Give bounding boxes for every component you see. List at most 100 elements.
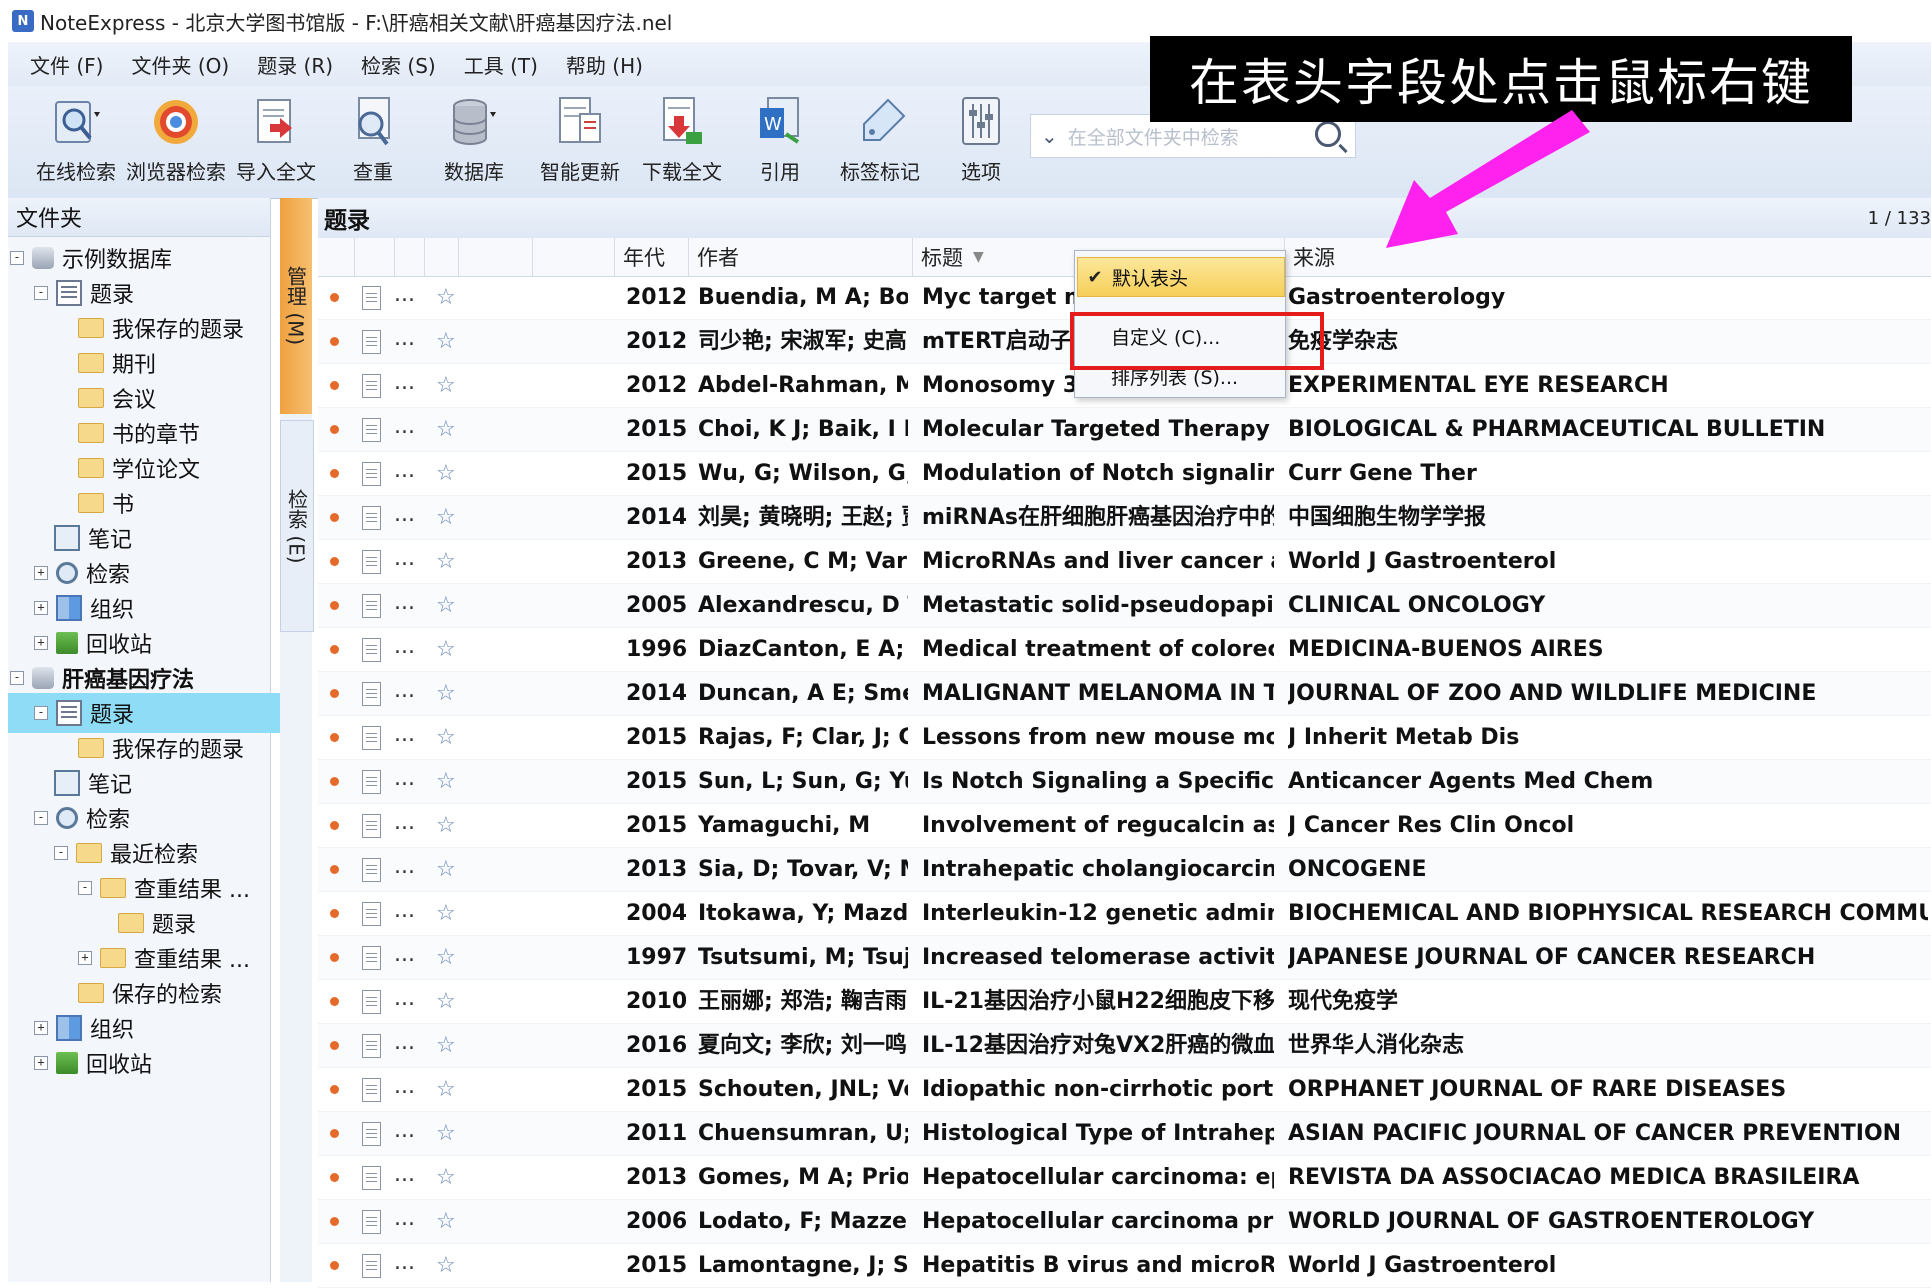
attachment-ellipsis: ... — [394, 458, 415, 483]
star-icon[interactable]: ☆ — [436, 760, 456, 803]
table-row[interactable]: ... ☆ 2015 Choi, K J; Baik, I H; Y Molecular… — [318, 408, 1931, 452]
browser-search-button[interactable]: 浏览器检索 — [126, 94, 226, 194]
collapse-icon[interactable]: - — [34, 286, 48, 300]
tree-item[interactable]: + 回收站 — [8, 1043, 284, 1083]
dedupe-button[interactable]: 查重 — [334, 94, 412, 194]
table-row[interactable]: ... ☆ 2013 Gomes, M A; Priolli, Hepatocellul… — [318, 1156, 1931, 1200]
menu-item-default-header[interactable]: ✔ 默认表头 — [1077, 257, 1285, 297]
menu-tools[interactable]: 工具 (T) — [464, 50, 538, 79]
collapse-icon[interactable]: - — [54, 846, 68, 860]
star-icon[interactable]: ☆ — [436, 892, 456, 935]
tree-item[interactable]: - 示例数据库 — [8, 238, 260, 278]
tab-search[interactable]: 检索 (E) — [280, 420, 314, 632]
download-fulltext-button[interactable]: 下载全文 — [636, 94, 728, 194]
star-icon[interactable]: ☆ — [436, 1244, 456, 1287]
tree-item[interactable]: - 检索 — [8, 798, 284, 838]
menu-records[interactable]: 题录 (R) — [257, 50, 333, 79]
table-row[interactable]: ... ☆ 2015 Lamontagne, J; Stee Hepatitis B v… — [318, 1244, 1931, 1288]
star-icon[interactable]: ☆ — [436, 936, 456, 979]
tree-item[interactable]: + 回收站 — [8, 623, 284, 663]
chevron-down-icon[interactable]: ⌄ — [1041, 124, 1058, 148]
star-icon[interactable]: ☆ — [436, 1200, 456, 1243]
table-row[interactable]: ... ☆ 2010 王丽娜; 郑浩; 鞠吉雨; ... IL-21基因治疗小鼠H22细… — [318, 980, 1931, 1024]
expand-icon[interactable]: + — [34, 566, 48, 580]
collapse-icon[interactable]: - — [10, 671, 24, 685]
collapse-icon[interactable]: - — [34, 706, 48, 720]
menu-search[interactable]: 检索 (S) — [361, 50, 436, 79]
star-icon[interactable]: ☆ — [436, 1156, 456, 1199]
col-rating[interactable] — [532, 238, 611, 276]
table-row[interactable]: ... ☆ 2016 夏向文; 李欣; 刘一鸣; ... IL-12基因治疗对兔VX2肝… — [318, 1024, 1931, 1068]
star-icon[interactable]: ☆ — [436, 496, 456, 539]
collapse-icon[interactable]: - — [78, 881, 92, 895]
smart-update-button[interactable]: 智能更新 — [534, 94, 626, 194]
database-button[interactable]: 数据库 — [432, 94, 516, 194]
table-row[interactable]: ... ☆ 2013 Sia, D; Tovar, V; Mo... Intrahepa… — [318, 848, 1931, 892]
tree-item[interactable]: 题录 — [8, 903, 368, 943]
col-year[interactable]: 年代 — [614, 238, 689, 276]
tree-item[interactable]: 笔记 — [8, 763, 304, 803]
table-row[interactable]: ... ☆ 2006 Lodato, F; Mazzella, Hepatocellul… — [318, 1200, 1931, 1244]
search-icon[interactable] — [1315, 121, 1341, 147]
star-icon[interactable]: ☆ — [436, 320, 456, 363]
star-icon[interactable]: ☆ — [436, 1024, 456, 1067]
options-button[interactable]: 选项 — [946, 94, 1016, 194]
table-row[interactable]: ... ☆ 2015 Sun, L; Sun, G; Yu, Y... Is Notch… — [318, 760, 1931, 804]
table-row[interactable]: ... ☆ 2015 Schouten, JNL; Verh... Idiopathic… — [318, 1068, 1931, 1112]
tree-item[interactable]: - 肝癌基因疗法 — [8, 658, 260, 698]
star-icon[interactable]: ☆ — [436, 1068, 456, 1111]
expand-icon[interactable]: + — [34, 636, 48, 650]
col-author[interactable]: 作者 — [688, 238, 869, 276]
tree-item[interactable]: - 题录 — [8, 273, 284, 313]
star-icon[interactable]: ☆ — [436, 1112, 456, 1155]
table-row[interactable]: ... ☆ 2004 Itokawa, Y; Mazda, ... Interleuki… — [318, 892, 1931, 936]
collapse-icon[interactable]: - — [34, 811, 48, 825]
tree-item[interactable]: - 题录 — [8, 693, 284, 733]
import-fulltext-button[interactable]: 导入全文 — [234, 94, 318, 194]
collapse-icon[interactable]: - — [10, 251, 24, 265]
star-icon[interactable]: ☆ — [436, 804, 456, 847]
menu-folder[interactable]: 文件夹 (O) — [131, 50, 229, 79]
col-star[interactable] — [458, 238, 541, 276]
menu-file[interactable]: 文件 (F) — [30, 50, 103, 79]
star-icon[interactable]: ☆ — [436, 452, 456, 495]
tree-item[interactable]: + 组织 — [8, 1008, 284, 1048]
tag-button[interactable]: 标签标记 — [834, 94, 926, 194]
tree-item[interactable]: + 组织 — [8, 588, 284, 628]
table-row[interactable]: ... ☆ 1997 Tsutsumi, M; Tsujiuc... Increased… — [318, 936, 1931, 980]
online-search-button[interactable]: 在线检索 — [28, 94, 124, 194]
star-icon[interactable]: ☆ — [436, 584, 456, 627]
tab-manage[interactable]: 管理 (M) — [280, 198, 312, 414]
table-row[interactable]: ... ☆ 2015 Yamaguchi, M Involvement of reguc… — [318, 804, 1931, 848]
table-row[interactable]: ... ☆ 2015 Wu, G; Wilson, G; G... Modulation… — [318, 452, 1931, 496]
tree-item-label: 检索 — [86, 808, 131, 833]
tree-item[interactable]: 笔记 — [8, 518, 304, 558]
table-row[interactable]: ... ☆ 2013 Greene, C M; Varley, MicroRNAs an… — [318, 540, 1931, 584]
cell-title: Hepatocellular carcinoma preven — [922, 1209, 1274, 1234]
star-icon[interactable]: ☆ — [436, 672, 456, 715]
star-icon[interactable]: ☆ — [436, 364, 456, 407]
col-title[interactable]: 标题 ▼ — [912, 238, 1041, 276]
star-icon[interactable]: ☆ — [436, 408, 456, 451]
table-row[interactable]: ... ☆ 2005 Alexandrescu, D T; ... Metastatic… — [318, 584, 1931, 628]
expand-icon[interactable]: + — [34, 1056, 48, 1070]
star-icon[interactable]: ☆ — [436, 716, 456, 759]
star-icon[interactable]: ☆ — [436, 540, 456, 583]
star-icon[interactable]: ☆ — [436, 276, 456, 319]
star-icon[interactable]: ☆ — [436, 628, 456, 671]
expand-icon[interactable]: + — [34, 601, 48, 615]
menu-help[interactable]: 帮助 (H) — [566, 50, 643, 79]
expand-icon[interactable]: + — [78, 951, 92, 965]
star-icon[interactable]: ☆ — [436, 848, 456, 891]
table-row[interactable]: ... ☆ 2014 刘昊; 黄晓明; 王赵; 贾... miRNAs在肝细胞肝癌基因治… — [318, 496, 1931, 540]
star-icon[interactable]: ☆ — [436, 980, 456, 1023]
table-row[interactable]: ... ☆ 1996 DiazCanton, E A; Pa... Medical tr… — [318, 628, 1931, 672]
cite-button[interactable]: W 引用 — [738, 94, 822, 194]
expand-icon[interactable]: + — [34, 1021, 48, 1035]
cell-source: JOURNAL OF ZOO AND WILDLIFE MEDICINE — [1288, 681, 1817, 706]
table-row[interactable]: ... ☆ 2014 Duncan, A E; Smedl... MALIGNANT M… — [318, 672, 1931, 716]
table-row[interactable]: ... ☆ 2011 Chuensumran, U; Sa... Histologica… — [318, 1112, 1931, 1156]
tree-item[interactable]: - 最近检索 — [8, 833, 304, 873]
tree-item[interactable]: + 检索 — [8, 553, 284, 593]
table-row[interactable]: ... ☆ 2015 Rajas, F; Clar, J; Gau Lessons fr… — [318, 716, 1931, 760]
